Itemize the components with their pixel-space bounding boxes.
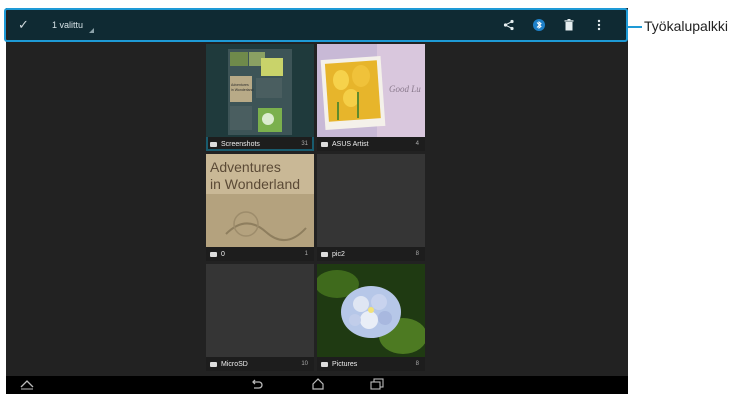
album-count: 10: [301, 361, 308, 367]
screenshots-thumb-text-2: in Wonderland: [231, 88, 254, 92]
back-icon[interactable]: [250, 378, 264, 393]
asus-artist-thumbnail: Good Lu: [317, 44, 425, 137]
callout-line: [628, 26, 642, 28]
album-label-bar: 0 1: [206, 247, 314, 261]
asus-thumb-text: Good Lu: [389, 84, 421, 94]
album-count: 8: [415, 361, 419, 367]
pictures-thumbnail: [317, 264, 425, 357]
folder-icon: [210, 251, 217, 257]
folder-icon: [321, 251, 328, 257]
album-label-bar: Pictures 8: [317, 357, 425, 371]
album-name: Pictures: [332, 360, 358, 368]
album-label-bar: Screenshots 31: [206, 137, 314, 151]
album-tile-pictures[interactable]: Pictures 8: [317, 264, 425, 371]
album-0-thumb-text-1: Adventures: [210, 159, 281, 175]
screenshots-thumbnail: Adventures in Wonderland: [206, 44, 314, 137]
album-tile-screenshots[interactable]: Adventures in Wonderland Screenshots 31: [206, 44, 314, 151]
album-label-bar: MicroSD 10: [206, 357, 314, 371]
album-count: 31: [301, 141, 308, 147]
album-tile-0[interactable]: Adventures in Wonderland 0 1: [206, 154, 314, 261]
album-count: 8: [415, 251, 419, 257]
album-count: 4: [415, 141, 419, 147]
album-label-bar: pic2 8: [317, 247, 425, 261]
album-count: 1: [304, 251, 308, 257]
album-tile-asus-artist[interactable]: Good Lu ASUS Artist 4: [317, 44, 425, 151]
folder-icon: [321, 361, 328, 367]
folder-icon: [321, 141, 328, 147]
folder-icon: [210, 361, 217, 367]
folder-icon: [210, 141, 217, 147]
album-tile-pic2[interactable]: pic2 8: [317, 154, 425, 261]
album-name: 0: [221, 250, 225, 258]
album-0-thumb-text-2: in Wonderland: [210, 176, 300, 192]
album-name: pic2: [332, 250, 345, 258]
album-tile-microsd[interactable]: MicroSD 10: [206, 264, 314, 371]
collapse-icon[interactable]: [20, 378, 34, 393]
album-name: Screenshots: [221, 140, 260, 148]
album-label-bar: ASUS Artist 4: [317, 137, 425, 151]
screenshots-thumb-text-1: Adventures: [231, 83, 249, 87]
home-icon[interactable]: [311, 378, 325, 393]
album-0-thumbnail: Adventures in Wonderland: [206, 154, 314, 247]
album-name: ASUS Artist: [332, 140, 369, 148]
callout-label: Työkalupalkki: [644, 18, 729, 34]
album-name: MicroSD: [221, 360, 248, 368]
toolbar-highlight-outline: [4, 8, 628, 42]
recent-apps-icon[interactable]: [370, 378, 384, 393]
system-nav-bar: [6, 376, 628, 394]
